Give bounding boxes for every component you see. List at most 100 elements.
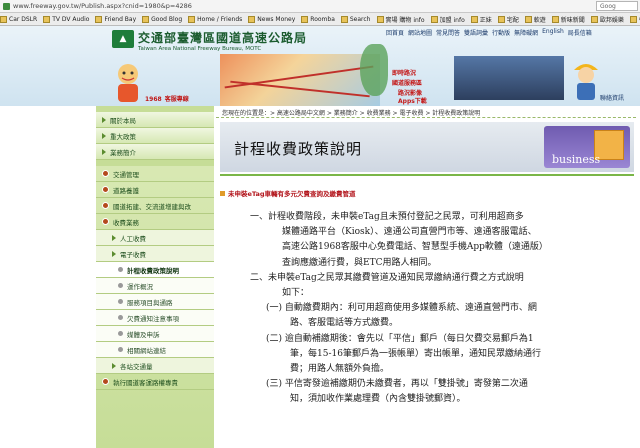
sidebar-item-label: 相關網站連結 (127, 346, 166, 355)
sidebar-item[interactable]: 欠費通知注意事項 (96, 310, 214, 326)
sidebar-item[interactable]: 執行國道客運路權專責 (96, 374, 214, 390)
sidebar-item-label: 電子收費 (120, 250, 146, 259)
arrow-right-icon (112, 234, 116, 241)
top-nav-link[interactable]: 局長信箱 (568, 28, 592, 40)
sidebar-item[interactable]: 收費業務 (96, 214, 214, 230)
bookmark-item[interactable]: 正妹 (470, 15, 492, 24)
bookmark-label: News Money (257, 15, 296, 23)
policy-line: (一) 自動繳費期內：利可用超商使用多媒體系統、遠通直營門市、網 (266, 303, 537, 314)
sidebar-item[interactable]: 國道拓建、交流道增建與改 (96, 198, 214, 214)
bullet-circle-icon (102, 378, 109, 385)
sidebar-item[interactable]: 人工收費 (96, 230, 214, 246)
bookmark-label: 歐邦娛樂 (599, 16, 624, 24)
org-name-en: Taiwan Area National Freeway Bureau, MOT… (138, 46, 262, 52)
sidebar-item-label: 計程收費政策說明 (127, 266, 179, 275)
bookmark-item[interactable]: Home / Friends (188, 15, 243, 23)
policy-line: 路、客服電話等方式繳費。 (290, 318, 399, 329)
folder-icon (376, 15, 384, 23)
bookmark-item[interactable]: 實場 購物 info (376, 15, 425, 24)
dot-icon (118, 299, 123, 304)
bookmark-item[interactable]: Search (340, 15, 371, 23)
bookmark-label: TV DV Audio (52, 15, 90, 23)
bookmark-item[interactable]: Good Blog (142, 15, 183, 23)
hotline-badge[interactable]: 1968 客服專線 (142, 94, 189, 103)
bookmark-item[interactable]: Roomba (301, 15, 335, 23)
contact-link[interactable]: 聯絡資訊 (600, 93, 624, 102)
dot-icon (118, 315, 123, 320)
top-nav-link[interactable]: 行動版 (492, 28, 510, 40)
banner-word: business (552, 153, 601, 166)
bookmark-label: 新味新聞 (560, 16, 585, 24)
bookmark-item[interactable]: News Money (248, 15, 296, 23)
bookmark-item[interactable]: Friend Bay (95, 15, 136, 23)
sidebar-item-label: 重大政策 (110, 132, 136, 141)
sidebar-item[interactable]: 計程收費政策說明 (96, 262, 214, 278)
arrow-right-icon (102, 148, 106, 155)
quick-link-service-area[interactable]: 國道服務區 (392, 78, 422, 87)
top-nav-link[interactable]: 雙語詞彙 (464, 28, 488, 40)
sidebar-item[interactable]: 道路養護 (96, 182, 214, 198)
folder-icon (43, 15, 51, 23)
sidebar-item-label: 服務項目與通路 (127, 298, 173, 307)
folder-icon (301, 15, 309, 23)
sidebar-item[interactable]: 相關網站連結 (96, 342, 214, 358)
header-road-image (454, 56, 564, 100)
quick-link-apps[interactable]: Apps下載 (398, 96, 427, 105)
taiwan-map-icon[interactable] (360, 44, 388, 96)
folder-icon (470, 15, 478, 23)
policy-line: 費；用路人無額外負擔。 (290, 364, 390, 374)
top-nav-link[interactable]: 網站地圖 (408, 28, 432, 40)
address-bar[interactable]: www.freeway.gov.tw/Publish.aspx?cnid=198… (0, 0, 640, 13)
bookmark-item[interactable]: 軟遊 (524, 15, 546, 24)
bookmark-label: 加盟 info (439, 16, 465, 24)
bookmark-label: 實場 購物 info (385, 16, 425, 24)
bookmark-item[interactable]: 宅配 (497, 15, 519, 24)
dot-icon (118, 267, 123, 272)
folder-icon (340, 15, 348, 23)
bookmark-item[interactable]: 餐 (629, 15, 640, 24)
top-nav-link[interactable]: English (542, 28, 564, 40)
hotline-label: 客服專線 (164, 96, 189, 103)
main-content: 您現在的位置是：> 高速公路局中文網 > 業務簡介 > 收費業務 > 電子收費 … (214, 106, 640, 448)
sidebar-item[interactable]: 電子收費 (96, 246, 214, 262)
sidebar-item-label: 收費業務 (113, 218, 139, 227)
top-nav-link[interactable]: 無障礙網 (514, 28, 538, 40)
sidebar-item[interactable]: 媒體及申訴 (96, 326, 214, 342)
folder-icon (95, 15, 103, 23)
bookmark-item[interactable]: 新味新聞 (551, 15, 585, 24)
top-nav-link[interactable]: 常見問答 (436, 28, 460, 40)
search-input[interactable]: Goog (596, 1, 638, 11)
bookmark-label: Home / Friends (197, 15, 243, 23)
sidebar-item[interactable]: 業務簡介 (96, 144, 214, 160)
folder-icon (497, 15, 505, 23)
dot-icon (118, 347, 123, 352)
policy-line: (二) 逾自動補繳期後：會先以「平信」郵戶（每日欠費交易郵戶為1 (266, 333, 534, 344)
sidebar-item[interactable]: 重大政策 (96, 128, 214, 144)
header-bridge-image (220, 54, 380, 106)
sidebar-item-label: 媒體及申訴 (127, 330, 160, 339)
dot-icon (118, 331, 123, 336)
search-placeholder: Goog (600, 2, 616, 10)
sidebar-item[interactable]: 運作概況 (96, 278, 214, 294)
policy-line: 查詢應繳通行費，與ETC用路人相同。 (282, 257, 437, 268)
quick-link-traffic[interactable]: 即時路況 (392, 68, 416, 77)
bookmark-item[interactable]: Car DSLR (0, 15, 37, 23)
sidebar-item-label: 各站交通量 (120, 362, 153, 371)
top-nav-link[interactable]: 回首頁 (386, 28, 404, 40)
sidebar-item[interactable]: 交通管理 (96, 166, 214, 182)
bookmark-item[interactable]: 歐邦娛樂 (590, 15, 624, 24)
policy-line: 一、計程收費階段，未申裝eTag且未預付登記之民眾，可利用超商多 (250, 212, 524, 222)
sidebar-item-label: 欠費通知注意事項 (127, 314, 179, 323)
dot-icon (118, 283, 123, 288)
folder-icon (248, 15, 256, 23)
bookmark-label: Good Blog (151, 15, 183, 23)
sidebar-item[interactable]: 服務項目與通路 (96, 294, 214, 310)
bookmark-item[interactable]: TV DV Audio (43, 15, 90, 23)
folder-icon (430, 15, 438, 23)
bookmark-label: Search (349, 15, 371, 23)
arrow-right-icon (112, 250, 116, 257)
sidebar-item[interactable]: 各站交通量 (96, 358, 214, 374)
bookmark-item[interactable]: 加盟 info (430, 15, 465, 24)
url-text[interactable]: www.freeway.gov.tw/Publish.aspx?cnid=198… (13, 2, 192, 10)
sidebar-item[interactable]: 關於本局 (96, 112, 214, 128)
